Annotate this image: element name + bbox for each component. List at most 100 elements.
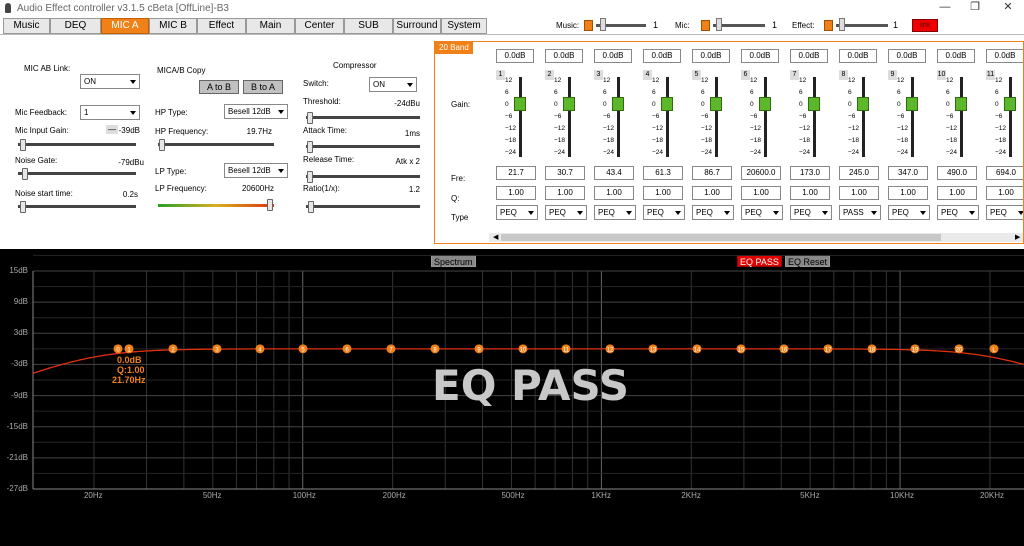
noise-gate-thumb[interactable] <box>22 168 28 180</box>
band-q-input[interactable]: 1.00 <box>496 186 536 200</box>
band-q-input[interactable]: 1.00 <box>594 186 634 200</box>
band-type-select[interactable]: PEQ <box>986 205 1023 220</box>
tab-system[interactable]: System <box>441 18 487 34</box>
band-q-input[interactable]: 1.00 <box>839 186 879 200</box>
music-enable-toggle[interactable] <box>584 20 593 31</box>
band-q-input[interactable]: 1.00 <box>937 186 977 200</box>
b-to-a-button[interactable]: B to A <box>243 80 283 94</box>
band-gain-thumb[interactable] <box>563 97 575 111</box>
lp-freq-thumb[interactable] <box>267 199 273 211</box>
minimize-button[interactable]: — <box>930 0 960 16</box>
tab-center[interactable]: Center <box>295 18 344 34</box>
band-gain-slider[interactable] <box>813 77 816 157</box>
tab-mic-a[interactable]: MIC A <box>101 18 149 34</box>
tab-effect[interactable]: Effect <box>197 18 246 34</box>
band-type-select[interactable]: PEQ <box>888 205 930 220</box>
band-gain-slider[interactable] <box>960 77 963 157</box>
effect-volume-thumb[interactable] <box>839 18 845 31</box>
band-gain-box[interactable]: 0.0dB <box>496 49 534 63</box>
a-to-b-button[interactable]: A to B <box>199 80 239 94</box>
lp-freq-slider[interactable] <box>158 204 274 207</box>
band-type-select[interactable]: PEQ <box>496 205 538 220</box>
band-freq-input[interactable]: 30.7 <box>545 166 585 180</box>
band-q-input[interactable]: 1.00 <box>986 186 1023 200</box>
band-type-select[interactable]: PEQ <box>545 205 587 220</box>
attack-thumb[interactable] <box>307 141 313 153</box>
close-button[interactable]: ✕ <box>993 0 1023 16</box>
band-gain-thumb[interactable] <box>955 97 967 111</box>
band-q-input[interactable]: 1.00 <box>692 186 732 200</box>
ratio-slider[interactable] <box>306 205 420 208</box>
band-gain-thumb[interactable] <box>710 97 722 111</box>
hp-freq-slider[interactable] <box>158 143 274 146</box>
band-freq-input[interactable]: 86.7 <box>692 166 732 180</box>
band-gain-thumb[interactable] <box>759 97 771 111</box>
music-volume-thumb[interactable] <box>600 18 606 31</box>
band-q-input[interactable]: 1.00 <box>790 186 830 200</box>
band-gain-box[interactable]: 0.0dB <box>545 49 583 63</box>
noise-gate-slider[interactable] <box>18 172 136 175</box>
release-thumb[interactable] <box>307 171 313 183</box>
band-type-select[interactable]: PEQ <box>594 205 636 220</box>
band-freq-input[interactable]: 20600.0 <box>741 166 781 180</box>
band-q-input[interactable]: 1.00 <box>545 186 585 200</box>
tab-deq[interactable]: DEQ <box>50 18 101 34</box>
threshold-thumb[interactable] <box>307 112 313 124</box>
band-gain-thumb[interactable] <box>514 97 526 111</box>
input-gain-thumb[interactable] <box>20 139 26 151</box>
band-freq-input[interactable]: 245.0 <box>839 166 879 180</box>
band-gain-box[interactable]: 0.0dB <box>594 49 632 63</box>
restore-button[interactable]: ❐ <box>960 0 990 16</box>
band-type-select[interactable]: PEQ <box>643 205 685 220</box>
band-gain-thumb[interactable] <box>857 97 869 111</box>
band-type-select[interactable]: PEQ <box>692 205 734 220</box>
band-gain-thumb[interactable] <box>612 97 624 111</box>
band-freq-input[interactable]: 490.0 <box>937 166 977 180</box>
band-gain-box[interactable]: 0.0dB <box>790 49 828 63</box>
eq-response-graph[interactable]: Spectrum EQ PASS EQ Reset 0 1 2 3 4 5 6 7 8 9 10 11… <box>0 249 1024 546</box>
band-gain-box[interactable]: 0.0dB <box>741 49 779 63</box>
band-gain-slider[interactable] <box>715 77 718 157</box>
band-gain-slider[interactable] <box>862 77 865 157</box>
band-gain-box[interactable]: 0.0dB <box>888 49 926 63</box>
tab-surround[interactable]: Surround <box>393 18 441 34</box>
band-type-select[interactable]: PEQ <box>937 205 979 220</box>
band-gain-box[interactable]: 0.0dB <box>692 49 730 63</box>
band-q-input[interactable]: 1.00 <box>643 186 683 200</box>
band-gain-thumb[interactable] <box>661 97 673 111</box>
hp-freq-thumb[interactable] <box>159 139 165 151</box>
scroll-right-arrow[interactable]: ▶ <box>1015 233 1020 241</box>
attack-slider[interactable] <box>306 145 420 148</box>
noise-start-slider[interactable] <box>18 205 136 208</box>
band-gain-thumb[interactable] <box>808 97 820 111</box>
band-gain-box[interactable]: 0.0dB <box>839 49 877 63</box>
tab-music[interactable]: Music <box>3 18 50 34</box>
threshold-slider[interactable] <box>306 116 420 119</box>
tab-main[interactable]: Main <box>246 18 295 34</box>
band-freq-input[interactable]: 694.0 <box>986 166 1023 180</box>
noise-start-thumb[interactable] <box>20 201 26 213</box>
band-gain-slider[interactable] <box>1009 77 1012 157</box>
band-freq-input[interactable]: 61.3 <box>643 166 683 180</box>
band-scrollbar-thumb[interactable] <box>501 234 941 241</box>
scroll-left-arrow[interactable]: ◀ <box>493 233 498 241</box>
band-gain-box[interactable]: 0.0dB <box>643 49 681 63</box>
mic-enable-toggle[interactable] <box>701 20 710 31</box>
feedback-select[interactable]: 1 <box>80 105 140 120</box>
band-gain-slider[interactable] <box>617 77 620 157</box>
band-gain-thumb[interactable] <box>906 97 918 111</box>
lp-type-select[interactable]: Besell 12dB <box>224 163 288 178</box>
band-freq-input[interactable]: 43.4 <box>594 166 634 180</box>
band-q-input[interactable]: 1.00 <box>888 186 928 200</box>
hp-type-select[interactable]: Besell 12dB <box>224 104 288 119</box>
band-gain-slider[interactable] <box>911 77 914 157</box>
band-freq-input[interactable]: 21.7 <box>496 166 536 180</box>
ratio-thumb[interactable] <box>308 201 314 213</box>
band-gain-slider[interactable] <box>764 77 767 157</box>
link-button[interactable]: link <box>912 19 938 32</box>
tab-mic-b[interactable]: MIC B <box>149 18 197 34</box>
band-gain-box[interactable]: 0.0dB <box>937 49 975 63</box>
ab-link-select[interactable]: ON <box>80 74 140 89</box>
band-freq-input[interactable]: 347.0 <box>888 166 928 180</box>
band-gain-slider[interactable] <box>666 77 669 157</box>
